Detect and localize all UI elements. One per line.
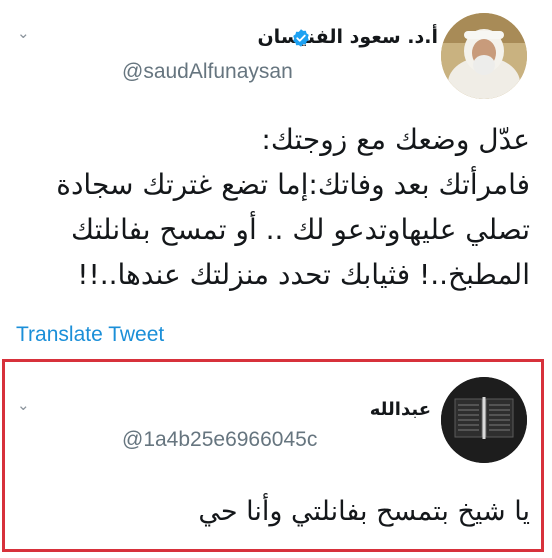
reply-author-name[interactable]: عبدالله	[370, 399, 431, 420]
tweet-author-handle[interactable]: @saudAlfunaysan	[122, 60, 293, 84]
tweet-author-name[interactable]: أ.د. سعود الفنيسان	[257, 26, 438, 48]
reply-menu-chevron-down-icon[interactable]: ⌄	[17, 398, 30, 413]
tweet-text-line-2: فامرأتك بعد وفاتك:إما تضع غترتك سجادة	[56, 168, 530, 201]
reply-text: يا شيخ بتمسح بفانلتي وأنا حي	[198, 496, 530, 527]
translate-tweet-link[interactable]: Translate Tweet	[16, 323, 164, 347]
reply-author-avatar[interactable]	[441, 377, 527, 463]
tweet-menu-chevron-down-icon[interactable]: ⌄	[17, 26, 30, 41]
verified-badge-icon	[293, 29, 309, 47]
tweet-text-line-4: المطبخ..! فثيابك تحدد منزلتك عندها..!!	[77, 258, 530, 291]
tweet-author-avatar[interactable]	[441, 13, 527, 99]
avatar-book-image	[441, 377, 527, 463]
tweet-text-line-1: عدّل وضعك مع زوجتك:	[261, 123, 530, 156]
tweet-text-line-3: تصلي عليهاوتدعو لك .. أو تمسح بفانلتك	[71, 213, 530, 246]
avatar-portrait-image	[441, 13, 527, 99]
reply-author-handle[interactable]: @1a4b25e6966045c	[122, 428, 317, 452]
